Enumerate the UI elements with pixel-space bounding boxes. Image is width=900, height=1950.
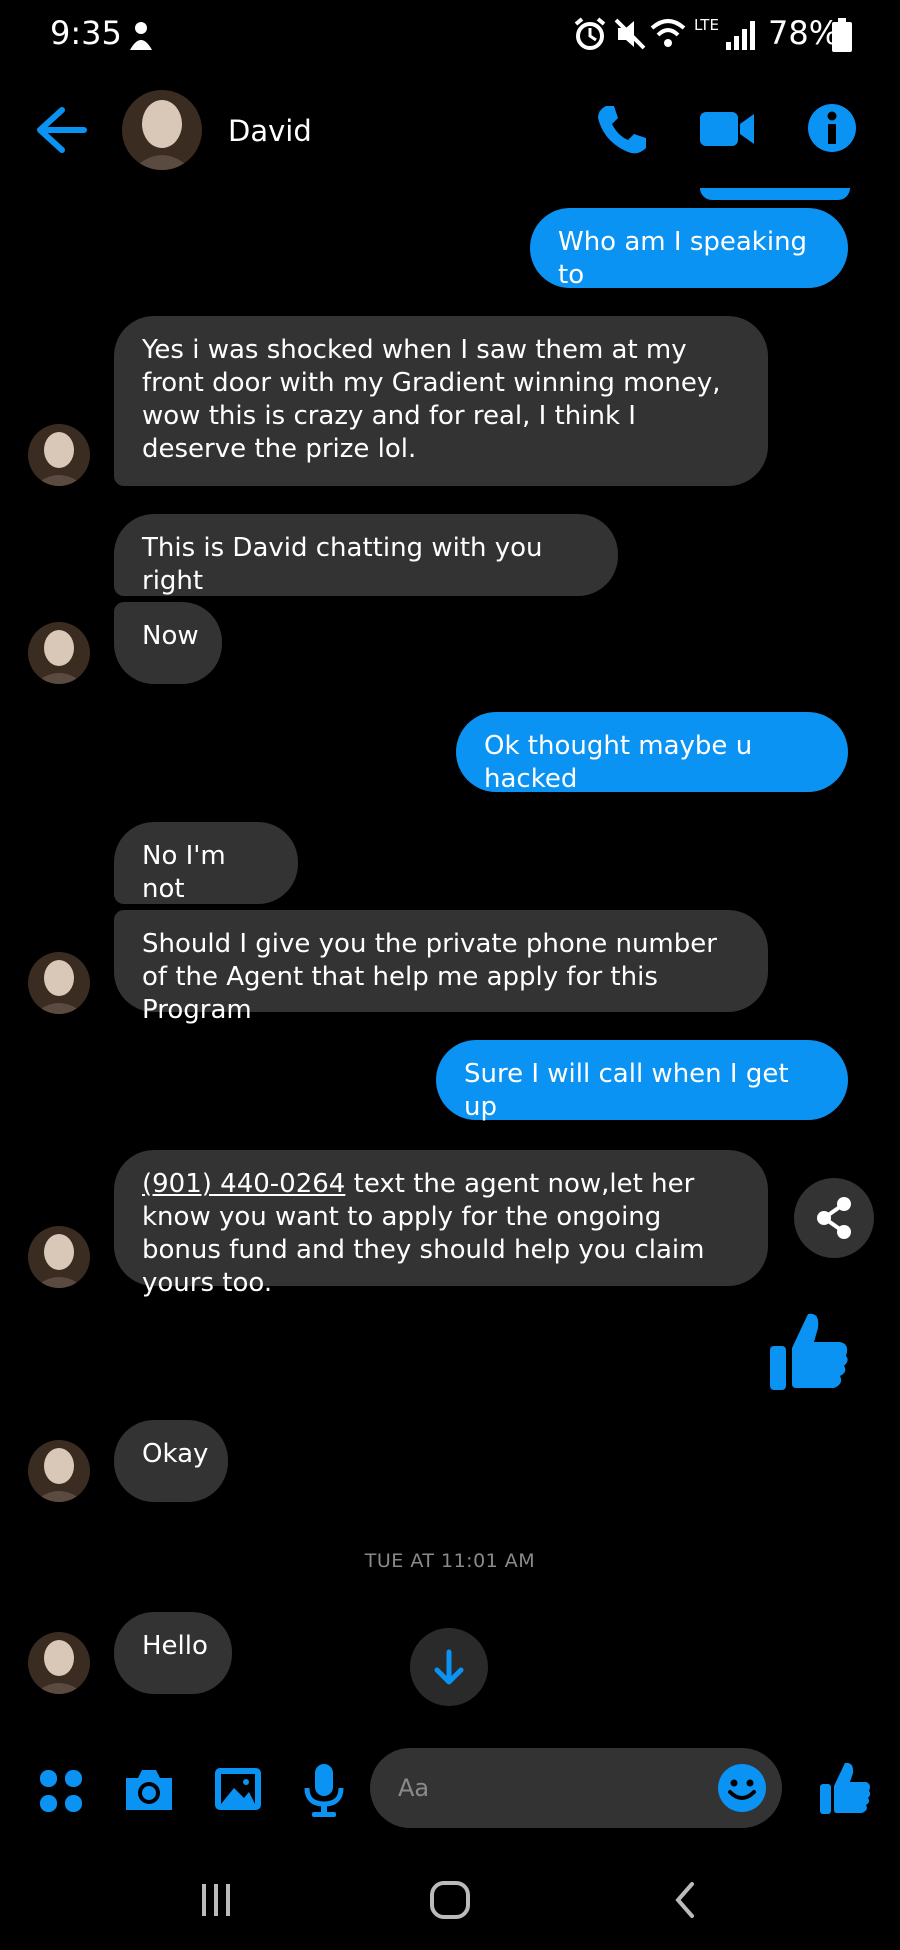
emoji-icon[interactable] (716, 1762, 768, 1814)
previous-message-bubble (700, 188, 850, 200)
back-arrow-icon[interactable] (34, 106, 88, 154)
phone-icon[interactable] (594, 102, 648, 156)
scroll-to-bottom-button[interactable] (410, 1628, 488, 1706)
share-button[interactable] (794, 1178, 874, 1258)
thumbs-up-sticker[interactable] (768, 1310, 850, 1394)
timestamp-divider: TUE AT 11:01 AM (364, 1550, 536, 1572)
sender-avatar[interactable] (28, 424, 90, 486)
message-text: Yes i was shocked when I saw them at my … (142, 335, 721, 464)
status-time: 9:35 (50, 14, 122, 52)
notification-icon (130, 22, 152, 50)
battery-icon (832, 18, 852, 52)
sender-avatar[interactable] (28, 952, 90, 1014)
message-bubble-outgoing[interactable]: Ok thought maybe u hacked (456, 712, 848, 794)
message-text: No I'm not (142, 841, 226, 904)
message-bubble-outgoing[interactable]: Sure I will call when I get up (436, 1040, 848, 1122)
message-bubble-incoming[interactable]: Okay (114, 1420, 228, 1502)
message-bubble-incoming[interactable]: Yes i was shocked when I saw them at my … (114, 316, 768, 486)
info-icon[interactable] (806, 102, 858, 154)
arrow-down-icon (434, 1649, 464, 1685)
message-text: Hello (142, 1631, 208, 1661)
microphone-icon[interactable] (302, 1762, 346, 1818)
status-bar: 9:35 LTE 78% (0, 0, 900, 72)
gallery-icon[interactable] (212, 1764, 264, 1814)
message-bubble-incoming[interactable]: No I'm not (114, 822, 298, 904)
mute-icon (614, 18, 646, 50)
message-text: Should I give you the private phone numb… (142, 929, 717, 1025)
battery-percentage: 78% (768, 14, 840, 52)
message-bubble-outgoing[interactable]: Who am I speaking to (530, 208, 848, 290)
message-bubble-incoming[interactable]: (901) 440-0264 text the agent now,let he… (114, 1150, 768, 1298)
back-button[interactable] (666, 1870, 706, 1930)
home-button[interactable] (426, 1870, 476, 1930)
message-text: Sure I will call when I get up (464, 1059, 789, 1122)
message-text: This is David chatting with you right (142, 533, 543, 596)
video-camera-icon[interactable] (698, 106, 756, 152)
message-input-placeholder: Aa (398, 1774, 430, 1802)
alarm-icon (574, 17, 606, 50)
contact-avatar[interactable] (122, 90, 202, 170)
sender-avatar[interactable] (28, 1440, 90, 1502)
message-bubble-incoming[interactable]: Should I give you the private phone numb… (114, 910, 768, 1025)
message-text: Now (142, 621, 199, 651)
sender-avatar[interactable] (28, 1226, 90, 1288)
thumbs-up-icon[interactable] (818, 1760, 870, 1816)
message-text: Who am I speaking to (558, 227, 808, 290)
menu-dots-icon[interactable] (38, 1768, 84, 1814)
wifi-icon (650, 19, 686, 47)
sender-avatar[interactable] (28, 622, 90, 684)
share-icon (817, 1197, 851, 1239)
message-bubble-incoming[interactable]: This is David chatting with you right (114, 514, 618, 596)
camera-icon[interactable] (122, 1764, 176, 1814)
network-type: LTE (694, 16, 719, 34)
message-text: Okay (142, 1439, 209, 1469)
signal-icon (726, 21, 755, 50)
contact-name[interactable]: David (228, 114, 312, 148)
sender-avatar[interactable] (28, 1632, 90, 1694)
message-text: Ok thought maybe u hacked (484, 731, 753, 794)
message-bubble-incoming[interactable]: Now (114, 602, 222, 684)
message-bubble-incoming[interactable]: Hello (114, 1612, 232, 1694)
phone-number-link[interactable]: (901) 440-0264 (142, 1169, 345, 1199)
conversation-header: David (0, 80, 900, 190)
recent-apps-button[interactable] (196, 1870, 236, 1930)
